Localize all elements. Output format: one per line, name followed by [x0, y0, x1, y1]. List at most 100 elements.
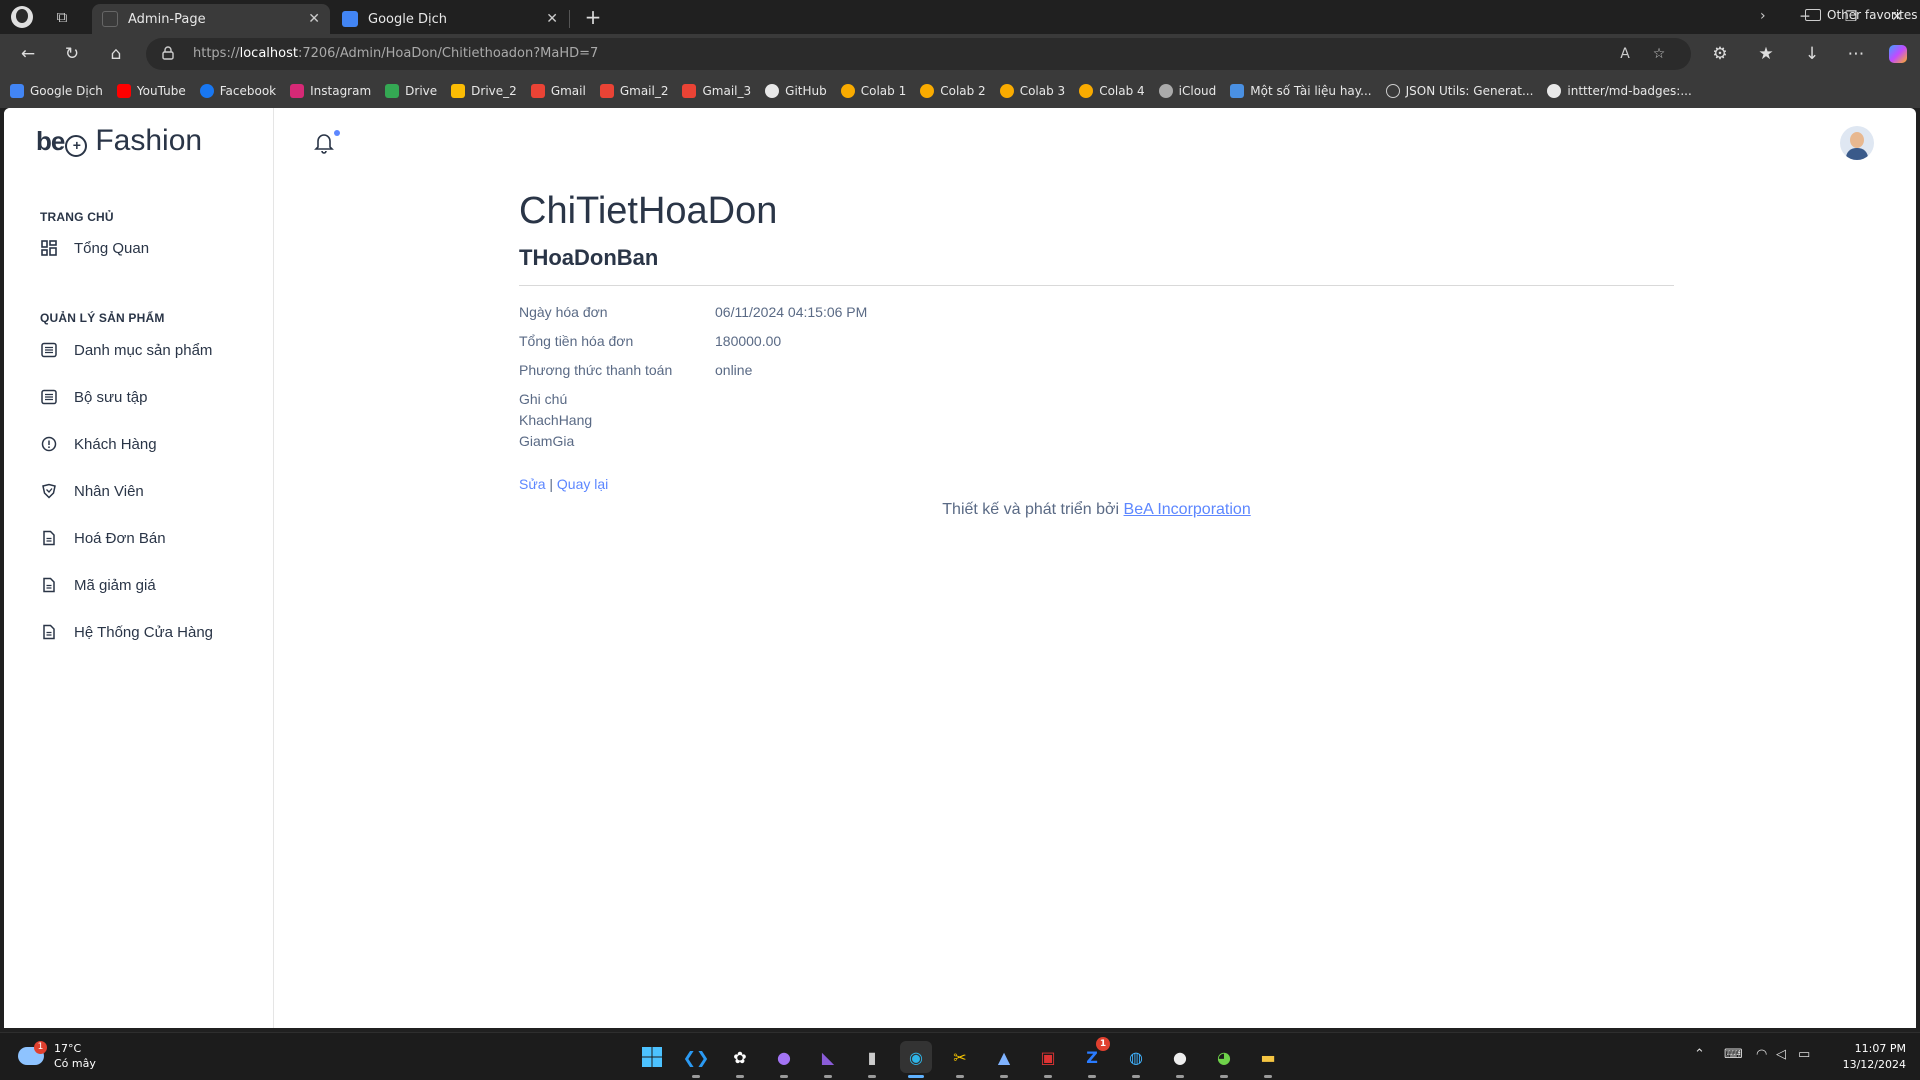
logo[interactable]: be + Fashion — [36, 124, 202, 158]
field-label: Ngày hóa đơn — [519, 304, 608, 320]
footer-link[interactable]: BeA Incorporation — [1124, 501, 1251, 518]
colab-icon — [999, 84, 1014, 98]
start-button[interactable] — [636, 1041, 668, 1073]
fav-colab-3[interactable]: Colab 3 — [999, 84, 1065, 98]
read-aloud-icon[interactable]: A — [1614, 43, 1636, 65]
detail-row-payment: Phương thức thanh toán online — [519, 362, 1674, 391]
notification-dot — [334, 130, 340, 136]
sidebar-item-discount-codes[interactable]: Mã giảm giá — [40, 576, 156, 594]
logo-mark: be + — [36, 126, 88, 157]
wifi-icon[interactable]: ◠ — [1756, 1047, 1767, 1062]
fav-facebook[interactable]: Facebook — [199, 84, 276, 98]
extensions-icon[interactable]: ⚙ — [1706, 40, 1734, 68]
detail-list: Ngày hóa đơn 06/11/2024 04:15:06 PM Tổng… — [519, 304, 1674, 454]
chatgpt-icon[interactable]: ✿ — [724, 1041, 756, 1078]
logo-brand: Fashion — [95, 124, 203, 157]
sidebar-item-collections[interactable]: Bộ sưu tập — [40, 388, 147, 406]
gmail-icon — [530, 84, 545, 98]
fav-icloud[interactable]: iCloud — [1158, 84, 1216, 98]
sidebar-item-overview[interactable]: Tổng Quan — [40, 239, 149, 257]
lock-icon[interactable] — [162, 46, 174, 60]
tab-admin-page[interactable]: Admin-Page ✕ — [92, 4, 330, 34]
fav-drive-2[interactable]: Drive_2 — [451, 84, 517, 98]
youtube-icon — [116, 84, 131, 98]
edge-icon[interactable]: ◉ — [900, 1041, 932, 1078]
field-label-customer: KhachHang — [519, 412, 593, 428]
favorites-overflow-chevron-icon[interactable]: › — [1760, 8, 1766, 24]
list-icon — [40, 341, 58, 359]
fav-instagram[interactable]: Instagram — [290, 84, 371, 98]
terminal-icon[interactable]: ▮ — [856, 1041, 888, 1078]
home-icon[interactable]: ⌂ — [102, 40, 130, 68]
page-title: ChiTietHoaDon — [519, 190, 778, 232]
fav-colab-4[interactable]: Colab 4 — [1079, 84, 1145, 98]
fav-youtube[interactable]: YouTube — [116, 84, 186, 98]
volume-icon[interactable]: ◁ — [1776, 1047, 1786, 1062]
snipping-tool-icon[interactable]: ✂ — [944, 1041, 976, 1078]
fav-google-dich[interactable]: Google Dịch — [10, 84, 103, 98]
fav-gmail-3[interactable]: Gmail_3 — [682, 84, 751, 98]
battery-icon[interactable]: ▭ — [1798, 1047, 1810, 1062]
fav-tai-lieu[interactable]: Một số Tài liệu hay... — [1230, 84, 1372, 98]
sidebar-item-employees[interactable]: Nhân Viên — [40, 482, 144, 500]
github-desktop-icon[interactable]: ● — [768, 1041, 800, 1078]
refresh-icon[interactable]: ↻ — [58, 40, 86, 68]
detail-row-total: Tổng tiền hóa đơn 180000.00 — [519, 333, 1674, 362]
url-text[interactable]: https://localhost:7206/Admin/HoaDon/Chit… — [193, 46, 598, 61]
invoice-detail: ChiTietHoaDon THoaDonBan Ngày hóa đơn 06… — [519, 190, 1674, 492]
close-tab-icon[interactable]: ✕ — [308, 11, 320, 27]
copilot-icon[interactable] — [1884, 40, 1912, 68]
more-menu-icon[interactable]: ⋯ — [1842, 40, 1870, 68]
page-favicon-icon — [102, 11, 118, 27]
fav-drive[interactable]: Drive — [385, 84, 437, 98]
fav-gmail[interactable]: Gmail — [530, 84, 586, 98]
back-icon[interactable]: ← — [14, 40, 42, 68]
sql-server-icon[interactable]: ▣ — [1032, 1041, 1064, 1078]
sidebar-item-customers[interactable]: Khách Hàng — [40, 435, 157, 453]
vscode-icon[interactable]: ❮❯ — [680, 1041, 712, 1078]
globe-app-icon[interactable]: ◍ — [1120, 1041, 1152, 1078]
fav-json-utils[interactable]: JSON Utils: Generat... — [1385, 84, 1533, 98]
instagram-icon — [290, 84, 305, 98]
new-tab-button[interactable]: + — [580, 4, 606, 30]
workspaces-icon[interactable]: ⧉ — [51, 6, 73, 28]
github-icon — [1547, 84, 1562, 98]
tray-overflow-chevron-icon[interactable]: ⌃ — [1694, 1047, 1705, 1062]
fav-colab-2[interactable]: Colab 2 — [920, 84, 986, 98]
favorites-icon[interactable]: ★ — [1752, 40, 1780, 68]
globe-icon — [1385, 84, 1400, 98]
downloads-icon[interactable]: ↓ — [1798, 40, 1826, 68]
address-bar[interactable]: https://localhost:7206/Admin/HoaDon/Chit… — [146, 38, 1691, 70]
github-icon — [765, 84, 780, 98]
favorite-star-icon[interactable]: ☆ — [1648, 43, 1670, 65]
file-explorer-icon[interactable]: ▬ — [1252, 1041, 1284, 1078]
visual-studio-icon[interactable]: ◣ — [812, 1041, 844, 1078]
notification-bell-icon[interactable] — [314, 132, 334, 154]
cloud-icon: 1 — [18, 1041, 47, 1065]
weather-widget[interactable]: 1 17°C Có mây — [18, 1041, 96, 1071]
field-value: 180000.00 — [715, 333, 782, 349]
page-footer: Thiết kế và phát triển bởi BeA Incorpora… — [519, 501, 1674, 519]
keyboard-icon[interactable]: ⌨ — [1724, 1047, 1743, 1062]
tab-title: Admin-Page — [128, 11, 206, 27]
fav-gmail-2[interactable]: Gmail_2 — [599, 84, 668, 98]
fav-github[interactable]: GitHub — [765, 84, 827, 98]
github-icon[interactable]: ● — [1164, 1041, 1196, 1078]
sidebar-item-categories[interactable]: Danh mục sản phẩm — [40, 341, 212, 359]
edit-link[interactable]: Sửa — [519, 476, 546, 492]
close-tab-icon[interactable]: ✕ — [546, 11, 558, 27]
user-avatar[interactable] — [1840, 126, 1874, 160]
profile-avatar[interactable] — [11, 6, 33, 28]
zalo-icon[interactable]: Z1 — [1076, 1037, 1110, 1078]
google-translate-icon — [342, 11, 358, 27]
fav-colab-1[interactable]: Colab 1 — [840, 84, 906, 98]
back-link[interactable]: Quay lại — [557, 476, 608, 492]
sidebar-item-sales-invoices[interactable]: Hoá Đơn Bán — [40, 529, 166, 547]
green-app-icon[interactable]: ◕ — [1208, 1041, 1240, 1078]
tab-google-dich[interactable]: Google Dịch ✕ — [332, 4, 568, 34]
system-clock[interactable]: 11:07 PM 13/12/2024 — [1836, 1041, 1906, 1073]
photos-icon[interactable]: ▲ — [988, 1041, 1020, 1078]
fav-md-badges[interactable]: inttter/md-badges:... — [1547, 84, 1692, 98]
other-favorites[interactable]: Other favorites — [1805, 8, 1918, 22]
sidebar-item-store-system[interactable]: Hệ Thống Cửa Hàng — [40, 623, 213, 641]
